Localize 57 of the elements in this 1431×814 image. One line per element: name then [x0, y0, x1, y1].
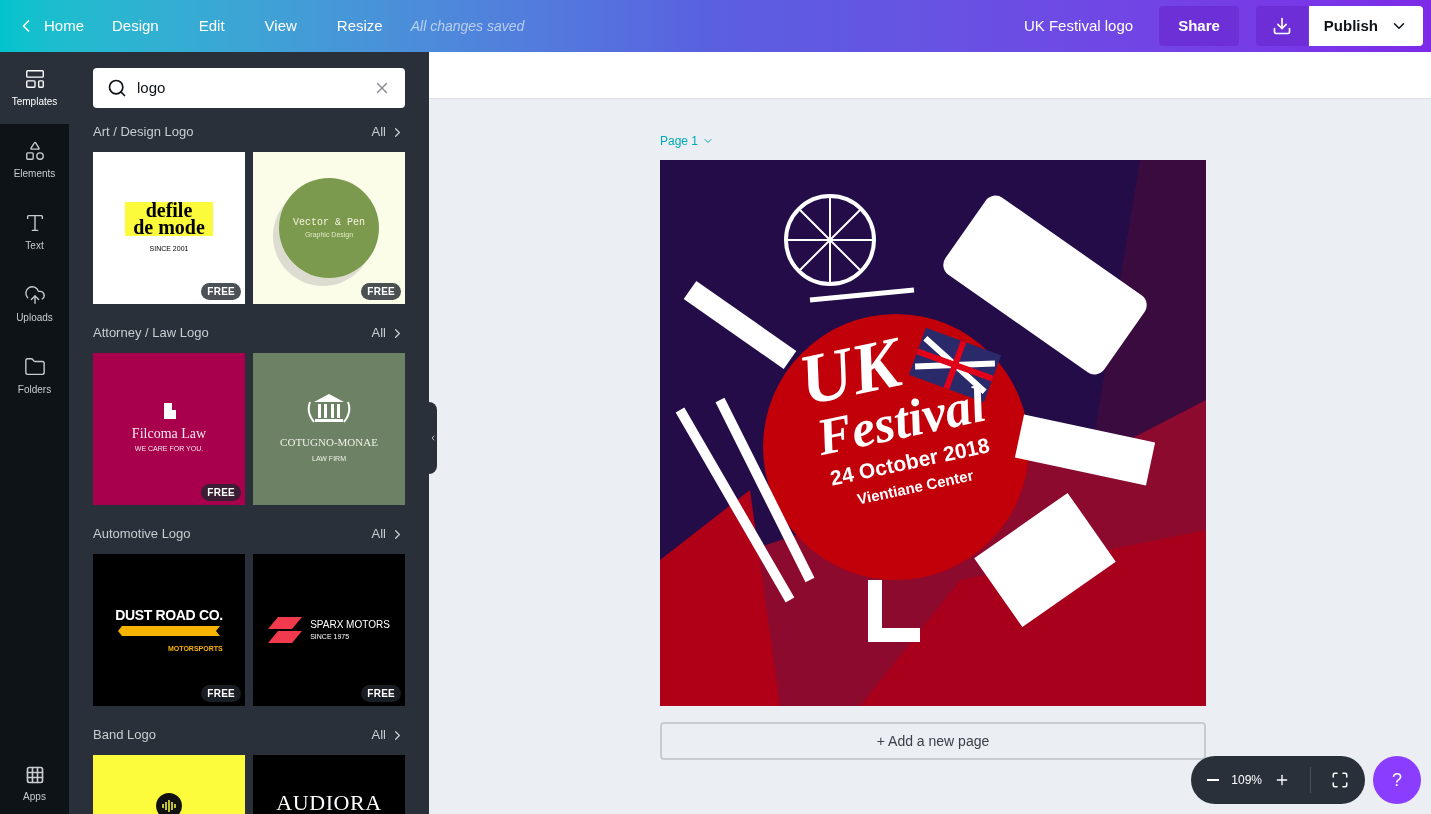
publish-button[interactable]: Publish — [1308, 6, 1423, 46]
add-page-button[interactable]: + Add a new page — [660, 722, 1206, 760]
rail-tab[interactable]: Templates — [0, 52, 69, 124]
shapes-icon — [23, 139, 46, 162]
free-badge: FREE — [201, 283, 241, 300]
section-title: Automotive Logo — [93, 525, 191, 544]
free-badge: FREE — [361, 685, 401, 702]
download-button[interactable] — [1255, 6, 1308, 46]
logo-text: de mode — [133, 218, 205, 236]
apps-button[interactable]: Apps — [0, 754, 69, 814]
logo-text: Vector & Pen — [293, 216, 365, 231]
free-badge: FREE — [201, 685, 241, 702]
share-button[interactable]: Share — [1159, 6, 1239, 46]
grid-icon — [24, 764, 45, 785]
rail-tab[interactable]: Text — [0, 196, 69, 268]
template-thumbnail[interactable]: AUDIORA — [253, 755, 405, 814]
see-all-link[interactable]: All — [371, 725, 405, 745]
cloud-upload-icon — [23, 283, 46, 306]
search-value: logo — [137, 77, 167, 98]
zoom-level: 109% — [1231, 772, 1262, 789]
logo-text: Filcoma Law — [131, 425, 207, 444]
document-title[interactable]: UK Festival logo — [1023, 14, 1134, 38]
folder-icon — [23, 355, 46, 378]
free-badge: FREE — [201, 484, 241, 501]
section-title: Attorney / Law Logo — [93, 324, 209, 343]
soundwave-icon — [156, 793, 182, 814]
fullscreen-icon — [1331, 771, 1349, 789]
rail-tab[interactable]: Elements — [0, 124, 69, 196]
chevron-icon — [429, 433, 437, 443]
collapse-handle[interactable] — [429, 402, 437, 474]
chevron-stripe-icon — [118, 626, 220, 637]
stripes-icon — [268, 617, 303, 643]
download-icon — [1271, 16, 1292, 36]
rail-tab[interactable]: Uploads — [0, 268, 69, 340]
logo-text: AUDIORA — [276, 791, 382, 814]
help-button[interactable]: ? — [1373, 756, 1421, 804]
design-canvas[interactable]: UK Festival 24 October 2018 Vientiane Center — [660, 160, 1206, 706]
free-badge: FREE — [361, 283, 401, 300]
see-all-link[interactable]: All — [371, 524, 405, 544]
logo-text: COTUGNO-MONAE — [280, 434, 378, 450]
save-status: All changes saved — [410, 16, 525, 36]
rail-tab[interactable]: Folders — [0, 340, 69, 412]
search-field[interactable]: logo — [93, 68, 405, 108]
see-all-link[interactable]: All — [371, 323, 405, 343]
layout-icon — [23, 67, 46, 90]
plus-icon — [1274, 772, 1290, 788]
logo-text: defile — [145, 201, 193, 219]
see-all-link[interactable]: All — [371, 122, 405, 142]
search-icon — [107, 78, 127, 98]
zoom-in-button[interactable] — [1274, 772, 1290, 788]
logo-text: DUST ROAD CO. — [115, 606, 223, 626]
section-title: Art / Design Logo — [93, 123, 194, 142]
fullscreen-button[interactable] — [1331, 771, 1349, 789]
logo-text: SPARX MOTORS — [310, 618, 390, 633]
minus-icon — [1207, 779, 1220, 781]
section-title: Band Logo — [93, 726, 156, 745]
building-icon — [162, 403, 176, 420]
